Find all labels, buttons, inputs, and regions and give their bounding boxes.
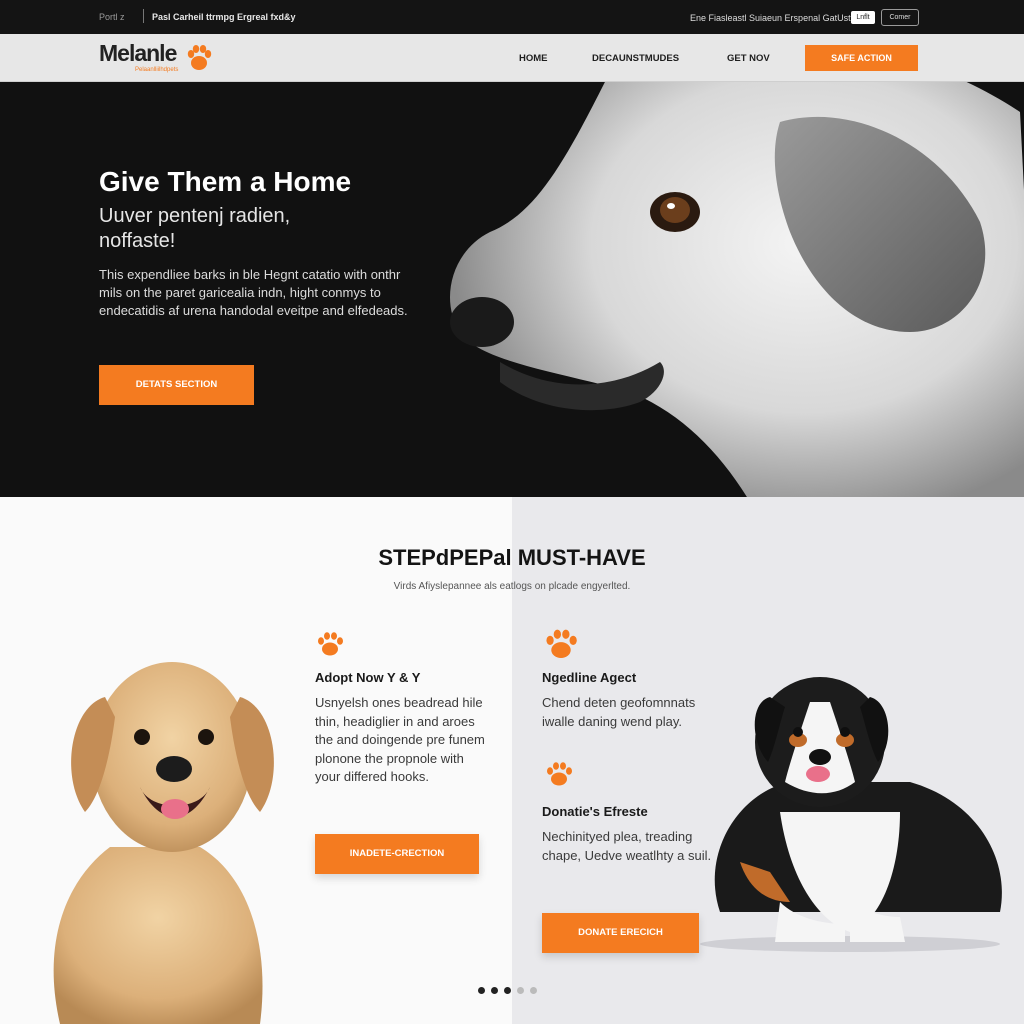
hero-dog-image <box>450 82 1024 497</box>
feature-body-donate: Nechinityed plea, treading chape, Uedve … <box>542 829 712 863</box>
feature-body-agent: Chend deten geofomnnats iwalle daning we… <box>542 695 696 729</box>
feature-title-adopt: Adopt Now Y & Y <box>315 670 421 685</box>
logo-tagline: Pelaanlliilhdpets <box>135 67 179 73</box>
carousel-dot[interactable] <box>517 987 524 994</box>
paw-icon <box>547 762 572 786</box>
nav-link-get-now[interactable]: GET NOV <box>727 53 770 64</box>
topbar-contact-button[interactable]: Comer <box>881 9 919 26</box>
site-logo[interactable]: Melanle Pelaanlliilhdpets <box>99 40 212 73</box>
paw-icon <box>546 629 577 658</box>
carousel-dots <box>478 981 543 994</box>
hero-details-button[interactable]: DETATS SECTION <box>99 365 254 405</box>
breadcrumb[interactable]: Portl z <box>99 12 125 22</box>
topbar-contact-text: Ene Fiasleastl Suiaeun Erspenal GatUstp <box>690 13 856 23</box>
main-navbar: Melanle Pelaanlliilhdpets HOME DECAUNSTM… <box>0 34 1024 82</box>
section-subtitle: Virds Afiyslepannee als eatlogs on plcad… <box>393 581 631 592</box>
carousel-dot[interactable] <box>504 987 511 994</box>
carousel-dot[interactable] <box>491 987 498 994</box>
logo-name: Melanle <box>99 40 177 66</box>
hero-section: Give Them a Home Uuver pentenj radien, n… <box>0 82 1024 497</box>
utility-bar: Portl z Pasl Carheil ttrmpg Ergreal fxd&… <box>0 0 1024 34</box>
hero-title: Give Them a Home <box>99 166 352 197</box>
topbar-login-button[interactable]: Lnflt <box>851 11 875 24</box>
paw-logo-icon <box>187 45 212 70</box>
tricolor-puppy-image <box>700 677 1002 952</box>
nav-link-home[interactable]: HOME <box>519 53 548 64</box>
feature-title-donate: Donatie's Efreste <box>542 804 648 819</box>
nav-link-resources[interactable]: DECAUNSTMUDES <box>592 53 679 64</box>
divider <box>143 9 144 23</box>
paw-icon <box>318 632 343 656</box>
feature-body-adopt: Usnyelsh ones beadread hile thin, headig… <box>315 695 485 784</box>
section-title: STEPdPEPal MUST-HAVE <box>378 545 646 570</box>
hero-description: This expendliee barks in ble Hegnt catat… <box>99 267 408 318</box>
carousel-dot[interactable] <box>530 987 537 994</box>
topbar-tagline: Pasl Carheil ttrmpg Ergreal fxd&y <box>152 12 296 22</box>
golden-puppy-image <box>53 662 274 1024</box>
nav-cta-button[interactable]: SAFE ACTION <box>805 45 918 71</box>
adopt-action-button[interactable]: INADETE-CRECTION <box>315 834 479 874</box>
donate-button[interactable]: DONATE ERECICH <box>542 913 699 953</box>
hero-subtitle: Uuver pentenj radien, noffaste! <box>99 205 291 252</box>
features-section: STEPdPEPal MUST-HAVE Virds Afiyslepannee… <box>0 497 1024 1024</box>
carousel-dot[interactable] <box>478 987 485 994</box>
feature-title-agent: Ngedline Agect <box>542 670 637 685</box>
